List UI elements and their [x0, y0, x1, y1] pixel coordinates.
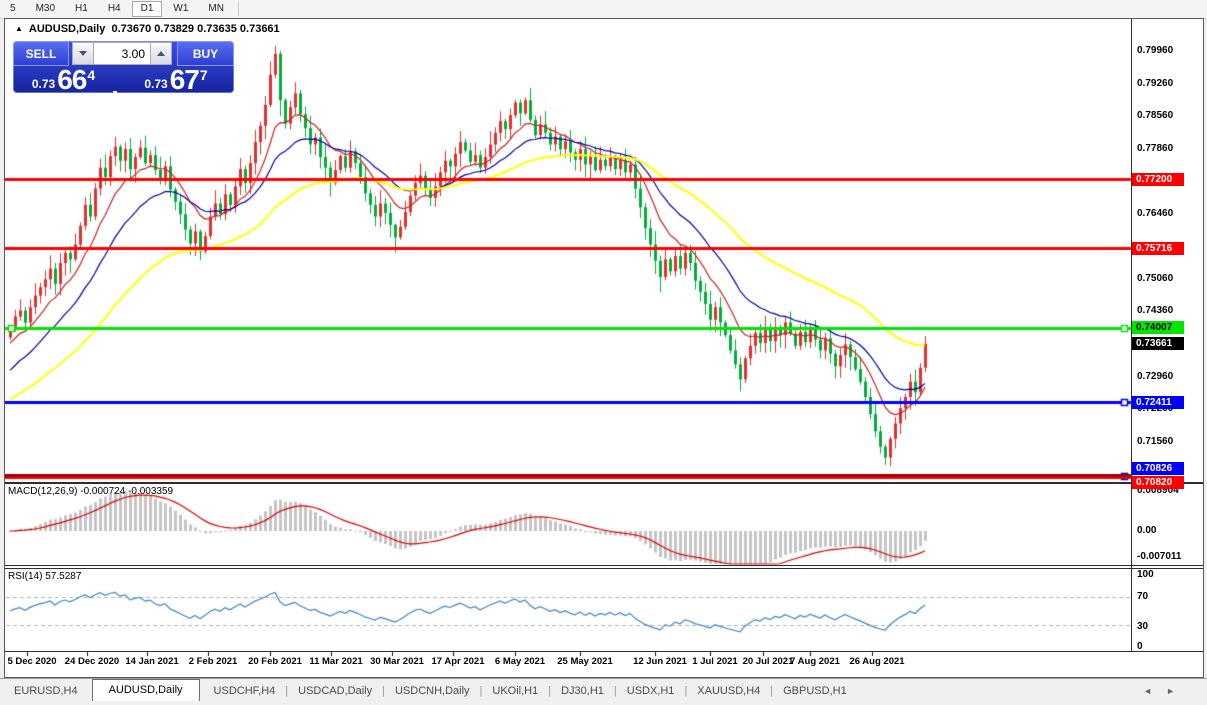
buy-price-pip: 7 [199, 67, 208, 83]
macd-bottom-border[interactable] [5, 565, 1203, 566]
price-flag-0.70820: 0.70820 [1132, 475, 1184, 489]
tab-audusd[interactable]: AUDUSD,Daily [91, 679, 200, 701]
tab-eurusd[interactable]: EURUSD,H4 [0, 682, 92, 700]
rsi-indicator-label: RSI(14) 57.5287 [8, 571, 82, 582]
rsi-axis-label: 100 [1137, 569, 1154, 580]
buy-price-display[interactable]: 0.73 67 7 [117, 64, 234, 95]
price-axis-border [1131, 19, 1132, 651]
rsi-bottom-border [5, 651, 1203, 652]
price-axis-tick: 0.79260 [1137, 77, 1174, 89]
buy-button[interactable]: BUY [177, 41, 234, 66]
symbol-collapse-icon[interactable]: ▲ [15, 24, 23, 33]
sell-price-big: 66 [57, 64, 87, 95]
chevron-up-icon [157, 51, 165, 56]
date-axis-label: 20 Feb 2021 [248, 656, 302, 667]
price-axis-tick: 0.79960 [1137, 45, 1174, 56]
rsi-top-border[interactable] [5, 568, 1203, 569]
timeframe-button-h1[interactable]: H1 [66, 1, 97, 17]
timeframe-button-d1[interactable]: D1 [131, 1, 163, 17]
price-axis-tick: 0.72960 [1137, 370, 1174, 382]
rsi-axis-label: 70 [1137, 591, 1149, 602]
price-flag-0.77200: 0.77200 [1132, 172, 1184, 186]
lot-decrease-button[interactable] [72, 42, 94, 65]
trading-app: { "toolbar": { "timeframes": ["5","M30",… [0, 0, 1207, 705]
chart-window: ▲ AUDUSD,Daily 0.73670 0.73829 0.73635 0.… [4, 18, 1204, 678]
chart-ohlc-quote: 0.73670 0.73829 0.73635 0.73661 [111, 23, 280, 35]
price-axis-tick: 0.76460 [1137, 207, 1174, 219]
tab-scroll-arrows[interactable]: ◄► [1143, 686, 1189, 696]
macd-axis-label: 0.00 [1137, 525, 1157, 536]
tab-xauusd[interactable]: XAUUSD,H4 [683, 682, 774, 700]
price-flag-0.74007: 0.74007 [1132, 321, 1184, 335]
price-axis-tick: 0.78560 [1137, 110, 1174, 122]
price-macd-divider[interactable] [5, 482, 1203, 484]
date-axis-label: 17 Apr 2021 [431, 656, 485, 667]
price-axis-tick: 0.74360 [1137, 305, 1174, 317]
toolbar-separator [237, 2, 239, 16]
timeframe-button-mn[interactable]: MN [199, 1, 233, 17]
date-axis-label: 30 Mar 2021 [370, 656, 424, 667]
tab-usdcad[interactable]: USDCAD,Daily [284, 682, 386, 700]
sell-price-pip: 4 [87, 67, 96, 83]
chart-canvas[interactable] [5, 19, 1203, 677]
one-click-trade-panel: SELL BUY 0.73664 0.73677 [13, 41, 234, 118]
price-flag-0.72411: 0.72411 [1132, 395, 1184, 409]
price-axis-tick: 0.71560 [1137, 435, 1174, 447]
date-axis-label: 7 Aug 2021 [790, 656, 840, 667]
timeframe-button-w1[interactable]: W1 [164, 1, 197, 17]
price-divider [113, 91, 117, 118]
timeframe-toolbar: 5 M30 H1 H4 D1 W1 MN [0, 0, 1207, 19]
macd-axis-label: -0.007011 [1137, 551, 1182, 562]
date-axis-label: 25 May 2021 [557, 656, 613, 667]
date-axis-label: 14 Jan 2021 [125, 656, 179, 667]
tab-usdx[interactable]: USDX,H1 [613, 682, 689, 700]
price-axis-tick: 0.75060 [1137, 272, 1174, 284]
price-flag-0.73661: 0.73661 [1132, 337, 1184, 351]
sell-price-display[interactable]: 0.73 66 4 [13, 64, 113, 95]
sell-button[interactable]: SELL [13, 41, 69, 66]
rsi-axis-label: 30 [1137, 621, 1149, 632]
timeframe-button-m30[interactable]: M30 [27, 1, 64, 17]
date-axis-label: 11 Mar 2021 [309, 656, 363, 667]
macd-indicator-label: MACD(12,26,9) -0.000724 -0.003359 [8, 486, 174, 497]
chevron-down-icon [79, 51, 87, 56]
buy-price-big: 67 [169, 64, 200, 95]
buy-price-prefix: 0.73 [144, 77, 168, 91]
timeframe-button-h4[interactable]: H4 [99, 1, 130, 17]
date-axis-label: 6 May 2021 [494, 656, 546, 667]
tab-usdchf[interactable]: USDCHF,H4 [200, 682, 290, 700]
tab-dj30[interactable]: DJ30,H1 [547, 682, 618, 700]
timeframe-button-5[interactable]: 5 [1, 1, 25, 17]
price-flag-0.70826: 0.70826 [1132, 462, 1184, 476]
tab-gbpusd[interactable]: GBPUSD,H1 [769, 682, 861, 700]
price-axis-tick: 0.77860 [1137, 142, 1174, 154]
date-axis-label: 2 Feb 2021 [188, 656, 238, 667]
sell-price-prefix: 0.73 [31, 77, 56, 91]
rsi-axis-label: 0 [1137, 641, 1143, 652]
lot-increase-button[interactable] [150, 42, 172, 65]
date-axis-label: 26 Aug 2021 [849, 656, 905, 667]
tab-usdcnh[interactable]: USDCNH,Daily [381, 682, 484, 700]
lot-size-input[interactable] [94, 42, 150, 65]
price-flag-0.75716: 0.75716 [1132, 241, 1184, 255]
symbol-tabbar: EURUSD,H4 AUDUSD,Daily USDCHF,H4 | USDCAD,Da… [0, 678, 1207, 703]
tab-ukoil[interactable]: UKOil,H1 [478, 682, 552, 700]
chart-title: ▲ AUDUSD,Daily 0.73670 0.73829 0.73635 0.… [15, 23, 280, 35]
chart-symbol-label: AUDUSD,Daily [28, 23, 106, 35]
